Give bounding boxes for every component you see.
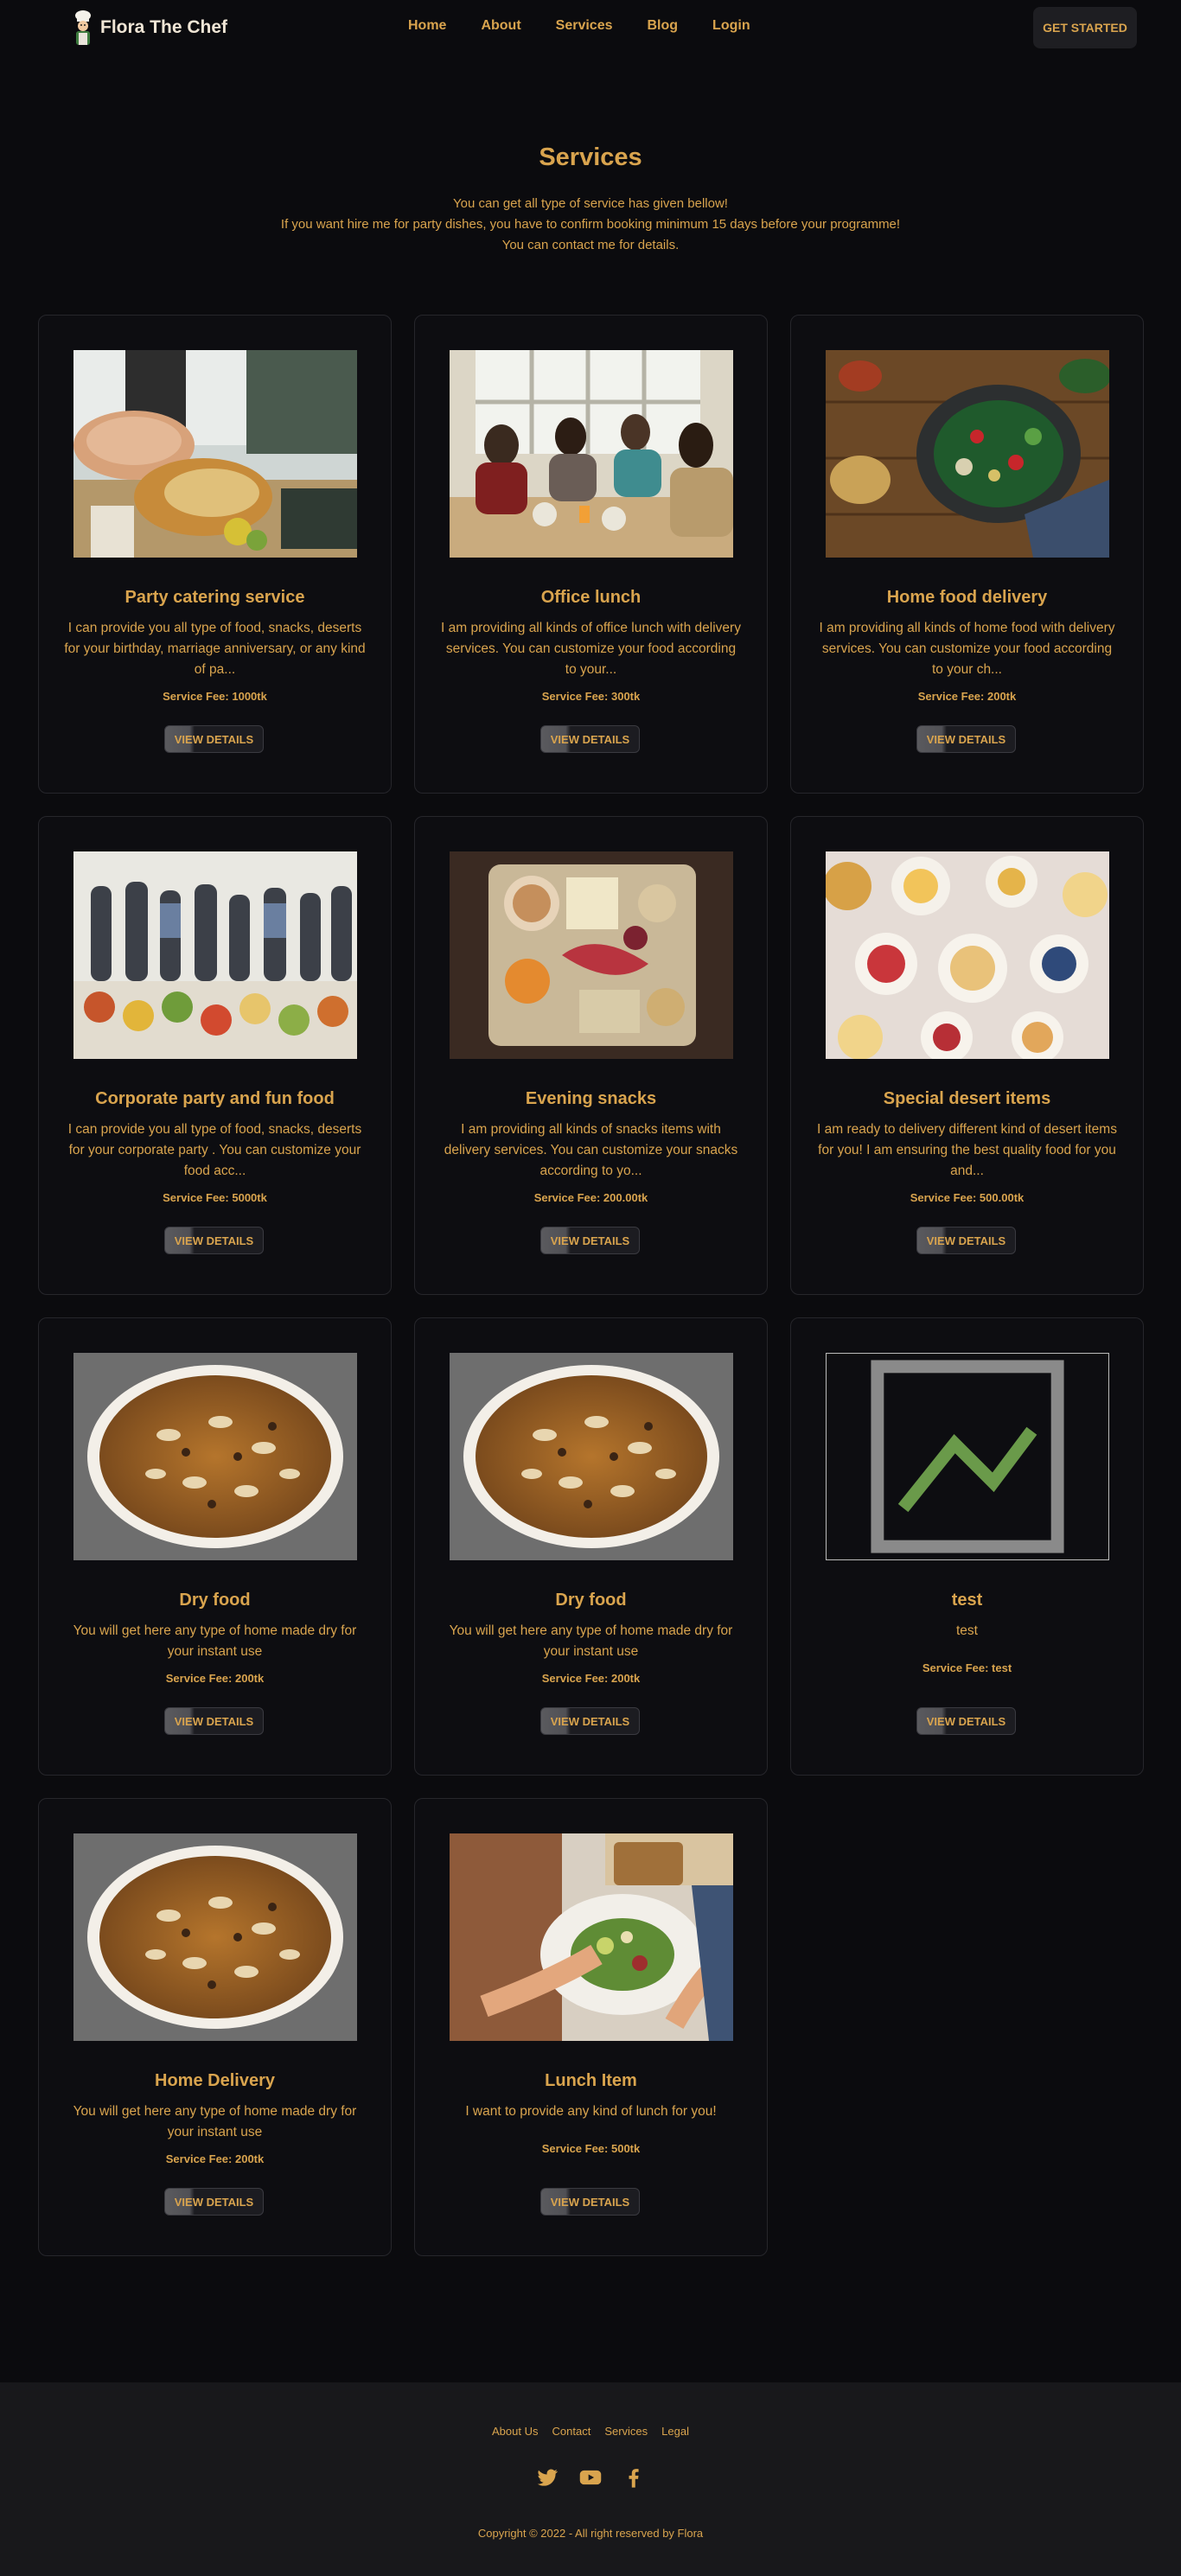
dry-food-image	[73, 1833, 357, 2041]
view-details-button[interactable]: VIEW DETAILS	[540, 1227, 640, 1254]
service-description: I am ready to delivery different kind of…	[817, 1122, 1117, 1178]
facebook-icon[interactable]	[622, 2465, 646, 2490]
service-card: Party catering service I can provide you…	[38, 315, 392, 794]
nav-about[interactable]: About	[481, 18, 520, 34]
service-card: Evening snacks I am providing all kinds …	[414, 816, 768, 1295]
view-details-button[interactable]: VIEW DETAILS	[916, 1707, 1016, 1735]
service-card: Dry food You will get here any type of h…	[414, 1317, 768, 1776]
service-card: Lunch Item I want to provide any kind of…	[414, 1798, 768, 2256]
footer-link-about[interactable]: About Us	[492, 2425, 538, 2438]
services-header: Services You can get all type of service…	[0, 140, 1181, 256]
page-title: Services	[539, 143, 642, 171]
office-lunch-image	[450, 350, 733, 558]
brand-name: Flora The Chef	[100, 17, 228, 37]
catering-buffet-image	[73, 350, 357, 558]
service-description: test	[956, 1623, 978, 1638]
view-details-button[interactable]: VIEW DETAILS	[540, 1707, 640, 1735]
view-details-button[interactable]: VIEW DETAILS	[164, 1707, 264, 1735]
broken-image	[826, 1353, 1109, 1560]
service-card: test test Service Fee: test VIEW DETAILS	[790, 1317, 1144, 1776]
service-title: Lunch Item	[545, 2071, 637, 2090]
service-fee: Service Fee: test	[922, 1661, 1012, 1674]
dessert-table-image	[826, 851, 1109, 1059]
intro-line-2: If you want hire me for party dishes, yo…	[280, 217, 901, 232]
service-title: Dry food	[555, 1591, 627, 1610]
service-title: Home Delivery	[155, 2071, 275, 2090]
intro-line-3: You can contact me for details.	[501, 238, 680, 252]
service-title: Party catering service	[124, 588, 305, 607]
service-card: Office lunch I am providing all kinds of…	[414, 315, 768, 794]
youtube-icon[interactable]	[578, 2465, 603, 2490]
lunch-plate-image	[450, 1833, 733, 2041]
service-fee: Service Fee: 200tk	[917, 690, 1017, 703]
brand-logo[interactable]: Flora The Chef	[69, 9, 227, 47]
get-started-button[interactable]: GET STARTED	[1033, 7, 1137, 48]
view-details-button[interactable]: VIEW DETAILS	[540, 2188, 640, 2216]
view-details-button[interactable]: VIEW DETAILS	[164, 1227, 264, 1254]
service-fee: Service Fee: 200tk	[541, 1672, 641, 1685]
chef-logo-icon	[75, 10, 91, 45]
service-fee: Service Fee: 500tk	[541, 2142, 641, 2155]
service-title: Evening snacks	[525, 1089, 657, 1108]
service-fee: Service Fee: 200tk	[165, 1672, 265, 1685]
twitter-icon[interactable]	[535, 2465, 559, 2490]
service-title: Dry food	[179, 1591, 251, 1610]
service-card: Home food delivery I am providing all ki…	[790, 315, 1144, 794]
footer-link-legal[interactable]: Legal	[661, 2425, 689, 2438]
service-fee: Service Fee: 5000tk	[163, 1191, 267, 1204]
service-title: Special desert items	[883, 1089, 1051, 1108]
services-intro: You can get all type of service has give…	[0, 194, 1181, 256]
service-description: I am providing all kinds of home food wi…	[819, 621, 1115, 677]
footer-link-contact[interactable]: Contact	[552, 2425, 591, 2438]
service-description: I am providing all kinds of snacks items…	[444, 1122, 738, 1178]
service-description: You will get here any type of home made …	[73, 2104, 357, 2139]
view-details-button[interactable]: VIEW DETAILS	[916, 725, 1016, 753]
service-title: Corporate party and fun food	[95, 1089, 335, 1108]
home-food-image	[826, 350, 1109, 558]
nav-login[interactable]: Login	[712, 18, 750, 34]
service-fee: Service Fee: 200tk	[165, 2152, 265, 2165]
service-card: Dry food You will get here any type of h…	[38, 1317, 392, 1776]
nav-blog[interactable]: Blog	[648, 18, 679, 34]
intro-line-1: You can get all type of service has give…	[453, 196, 728, 211]
service-card: Corporate party and fun food I can provi…	[38, 816, 392, 1295]
service-card: Home Delivery You will get here any type…	[38, 1798, 392, 2256]
service-fee: Service Fee: 500.00tk	[910, 1191, 1025, 1204]
services-grid: Party catering service I can provide you…	[38, 315, 1144, 2256]
evening-snacks-image	[450, 851, 733, 1059]
service-fee: Service Fee: 300tk	[541, 690, 641, 703]
view-details-button[interactable]: VIEW DETAILS	[164, 725, 264, 753]
top-navbar: Flora The Chef Home About Services Blog …	[0, 0, 1181, 55]
view-details-button[interactable]: VIEW DETAILS	[164, 2188, 264, 2216]
copyright-text: Copyright © 2022 - All right reserved by…	[477, 2527, 704, 2540]
service-fee: Service Fee: 1000tk	[163, 690, 267, 703]
dry-food-image	[450, 1353, 733, 1560]
footer-link-services[interactable]: Services	[604, 2425, 648, 2438]
service-title: Home food delivery	[886, 588, 1048, 607]
corporate-party-image	[73, 851, 357, 1059]
nav-links: Home About Services Blog Login	[408, 18, 785, 34]
service-title: test	[951, 1591, 983, 1610]
view-details-button[interactable]: VIEW DETAILS	[916, 1227, 1016, 1254]
service-description: I am providing all kinds of office lunch…	[441, 621, 741, 677]
service-description: I want to provide any kind of lunch for …	[465, 2104, 717, 2119]
social-links	[0, 2465, 1181, 2490]
service-description: You will get here any type of home made …	[449, 1623, 733, 1659]
footer-links: About Us Contact Services Legal	[0, 2425, 1181, 2438]
service-description: You will get here any type of home made …	[73, 1623, 357, 1659]
footer: About Us Contact Services Legal Copyrigh…	[0, 2382, 1181, 2576]
view-details-button[interactable]: VIEW DETAILS	[540, 725, 640, 753]
nav-services[interactable]: Services	[556, 18, 613, 34]
service-fee: Service Fee: 200.00tk	[533, 1191, 648, 1204]
service-card: Special desert items I am ready to deliv…	[790, 816, 1144, 1295]
service-description: I can provide you all type of food, snac…	[67, 1122, 362, 1178]
service-description: I can provide you all type of food, snac…	[64, 621, 366, 677]
nav-home[interactable]: Home	[408, 18, 446, 34]
service-title: Office lunch	[540, 588, 642, 607]
broken-image-icon	[871, 1360, 1064, 1553]
dry-food-image	[73, 1353, 357, 1560]
